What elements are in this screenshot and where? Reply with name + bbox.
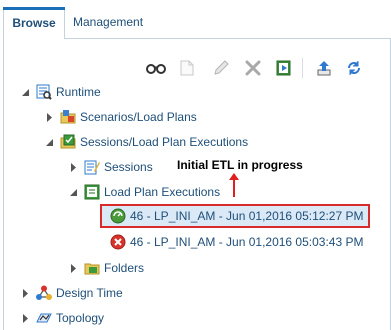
design-time-icon (36, 285, 52, 301)
run-icon[interactable] (274, 58, 294, 78)
toolbar-separator (302, 58, 303, 78)
runtime-icon (36, 84, 52, 100)
tree-node-exec-error[interactable]: 46 - LP_INI_AM - Jun 01,2016 05:03:43 PM (110, 231, 363, 253)
tree-node-runtime[interactable]: Runtime (21, 81, 101, 103)
tree-label-exec-running: 46 - LP_INI_AM - Jun 01,2016 05:12:27 PM (130, 209, 364, 223)
sessions-icon (84, 159, 100, 175)
expanded-triangle-icon[interactable] (69, 188, 78, 197)
annotation-arrow-icon (229, 173, 239, 197)
tree-label-sessions-lp: Sessions/Load Plan Executions (80, 135, 249, 149)
tree-node-sessions-lp[interactable]: Sessions/Load Plan Executions (45, 131, 248, 153)
new-icon[interactable] (177, 58, 197, 78)
running-status-icon (110, 208, 126, 224)
tab-browse[interactable]: Browse (3, 7, 65, 39)
tree-label-folders: Folders (104, 261, 145, 275)
folder-icon (84, 260, 100, 276)
error-status-icon (110, 234, 126, 250)
tab-browse-label: Browse (12, 16, 56, 30)
collapsed-triangle-icon[interactable] (69, 162, 78, 172)
load-plan-folder-icon (84, 184, 100, 200)
tree-node-sessions[interactable]: Sessions (69, 156, 153, 178)
import-icon[interactable] (314, 58, 334, 78)
refresh-icon[interactable] (344, 58, 364, 78)
tree-label-exec-error: 46 - LP_INI_AM - Jun 01,2016 05:03:43 PM (130, 235, 364, 249)
delete-icon[interactable] (243, 58, 263, 78)
tab-management[interactable]: Management (73, 7, 143, 39)
view-icon[interactable] (146, 58, 166, 78)
tree-label-runtime: Runtime (56, 85, 101, 99)
tree-node-lp-executions[interactable]: Load Plan Executions (69, 181, 220, 203)
expanded-triangle-icon[interactable] (21, 88, 30, 97)
collapsed-triangle-icon[interactable] (21, 288, 30, 298)
tree-label-lp-executions: Load Plan Executions (104, 185, 221, 199)
edit-icon[interactable] (211, 58, 231, 78)
tree-label-topology: Topology (56, 311, 105, 325)
tree-node-folders[interactable]: Folders (69, 257, 144, 279)
tree-label-sessions: Sessions (104, 160, 153, 174)
tree-node-design-time[interactable]: Design Time (21, 282, 123, 304)
tab-management-label: Management (73, 15, 144, 29)
collapsed-triangle-icon[interactable] (21, 313, 30, 323)
sessions-folder-icon (60, 134, 76, 150)
expanded-triangle-icon[interactable] (45, 138, 54, 147)
annotation-text: Initial ETL in progress (177, 158, 303, 172)
active-tab-indicator (3, 7, 65, 10)
tree-label-design-time: Design Time (56, 286, 123, 300)
tab-bar: Browse Management (0, 0, 391, 40)
tree-label-scenarios: Scenarios/Load Plans (80, 110, 197, 124)
topology-icon (36, 310, 52, 326)
scenarios-folder-icon (60, 109, 76, 125)
tree-node-topology[interactable]: Topology (21, 307, 104, 329)
collapsed-triangle-icon[interactable] (69, 263, 78, 273)
tree-node-exec-running[interactable]: 46 - LP_INI_AM - Jun 01,2016 05:12:27 PM (110, 205, 363, 227)
collapsed-triangle-icon[interactable] (45, 112, 54, 122)
tree-node-scenarios[interactable]: Scenarios/Load Plans (45, 106, 197, 128)
